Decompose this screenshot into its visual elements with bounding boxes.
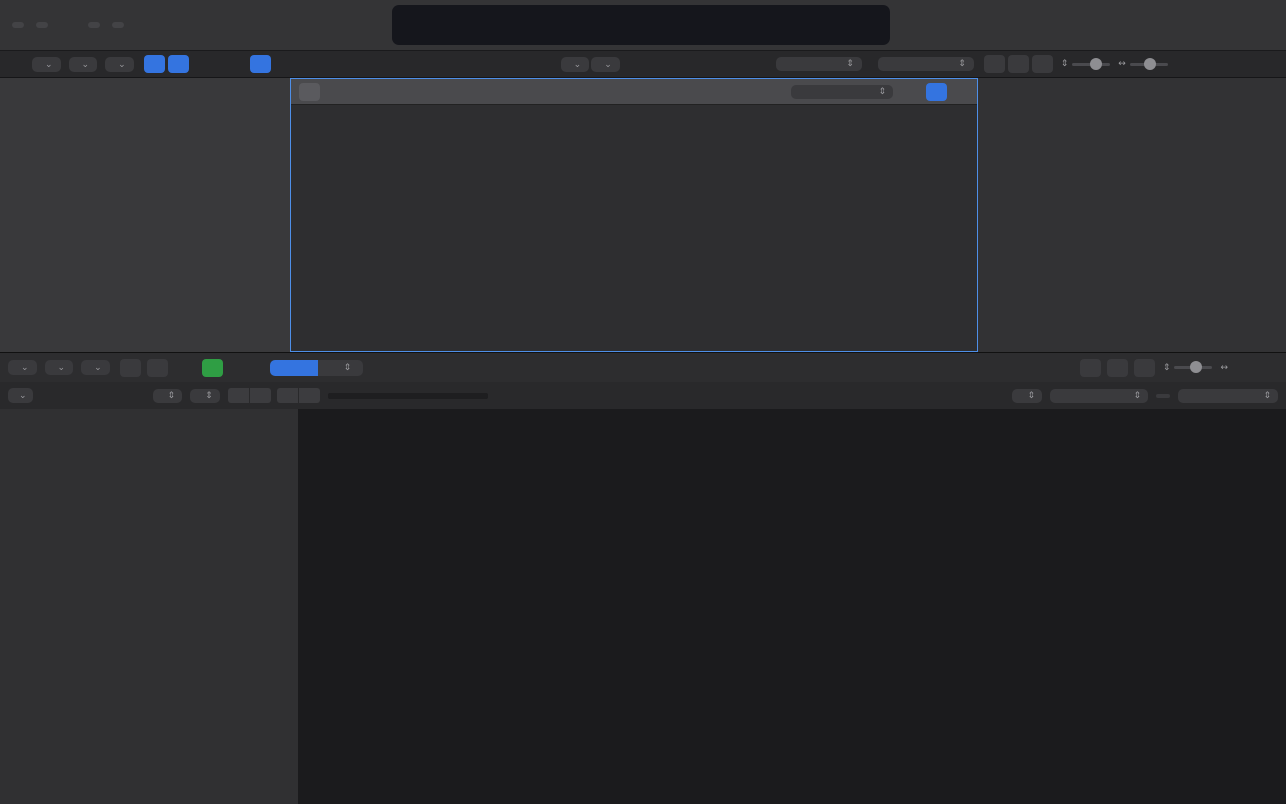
pattern-name-field[interactable] (328, 393, 488, 399)
pane-wide-icon[interactable] (1255, 359, 1276, 377)
vertical-zoom-icon[interactable] (1008, 55, 1029, 73)
tracks-view-button[interactable] (168, 55, 189, 73)
pad-set-b-icon[interactable] (202, 359, 223, 377)
live-loops-grid: ⇕ (290, 78, 978, 352)
live-loops-grid-button[interactable] (144, 55, 165, 73)
root-key-stepper[interactable]: ⇕ (1012, 389, 1042, 403)
split-junction-button[interactable] (250, 55, 271, 73)
divider-icon[interactable] (954, 83, 975, 101)
expand-cells-button[interactable] (926, 83, 947, 101)
lcd-display[interactable] (392, 5, 890, 45)
seq-functions-menu[interactable]: ⌄ (45, 360, 74, 375)
step-sequencer-row-headers (0, 409, 298, 804)
rotate-right-button[interactable] (250, 388, 271, 403)
arrange-area (978, 78, 1286, 352)
edit-menu[interactable]: ⌄ (32, 57, 61, 72)
pattern-cell-icon[interactable] (299, 83, 320, 101)
up-arrow-icon[interactable] (3, 55, 24, 73)
contrast-icon[interactable] (902, 83, 923, 101)
seq-vertical-zoom-icon[interactable] (1134, 359, 1155, 377)
seq-hzoom-icon[interactable]: ↔ (1220, 363, 1228, 373)
drag-dropdown[interactable]: ⇕ (872, 57, 974, 71)
functions-menu[interactable]: ⌄ (69, 57, 98, 72)
quantize-start-dropdown[interactable]: ⇕ (791, 85, 893, 99)
pad-set-a-icon[interactable] (178, 359, 199, 377)
add-row-button[interactable]: ⌄ (8, 388, 33, 403)
step-sequencer-grid (298, 409, 1286, 804)
pattern-length-dropdown[interactable]: ⇕ (1178, 389, 1278, 403)
pane-narrow-icon[interactable] (1231, 359, 1252, 377)
step-sequencer-subtoolbar: ⌄ ⇕ ⇕ ⇕ ⇕ ⇕ (0, 382, 1286, 410)
copy-icon[interactable] (120, 359, 141, 377)
seq-zoom-slider[interactable]: ⇕ (1163, 363, 1213, 373)
logic-pro-window: ⌄ ⌄ ⌄ ⌄ ⌄ ⇕ ⇕ ⇕ ↔ ⇕ (0, 0, 1286, 804)
panel-toggle-group (36, 22, 48, 28)
view-menu[interactable]: ⌄ (105, 57, 134, 72)
edit-mode-switch: ⇕ (270, 360, 364, 376)
step-onoff-button[interactable] (270, 360, 318, 376)
horizontal-zoom-icon[interactable] (1032, 55, 1053, 73)
step-rate-stepper[interactable]: ⇕ (153, 389, 183, 403)
view-toggle-group (12, 22, 24, 28)
automation-icon[interactable] (199, 55, 220, 73)
pointer-tool[interactable]: ⌄ (561, 57, 590, 72)
edit-mode-dropdown[interactable]: ⇕ (318, 360, 364, 376)
info-circle-icon[interactable] (147, 359, 168, 377)
live-loops-header: ⇕ (291, 79, 977, 105)
pattern-rotate-buttons (228, 388, 271, 403)
drumsticks-icon[interactable] (233, 359, 254, 377)
quantize-button[interactable] (1156, 394, 1170, 398)
seq-view-menu[interactable]: ⌄ (81, 360, 110, 375)
decrement-button[interactable] (277, 388, 298, 403)
scale-dropdown[interactable]: ⇕ (1050, 389, 1148, 403)
snap-dropdown[interactable]: ⇕ (770, 57, 862, 71)
horizontal-zoom-slider[interactable]: ↔ (1118, 59, 1168, 69)
control-bar (0, 0, 1286, 51)
seq-edit-menu[interactable]: ⌄ (8, 360, 37, 375)
ibeam-tool[interactable]: ⌄ (591, 57, 620, 72)
row-trigger-column (952, 104, 974, 351)
pattern-transpose-buttons (277, 388, 320, 403)
track-list (0, 78, 290, 352)
playback-direction-stepper[interactable]: ⇕ (190, 389, 220, 403)
vertical-zoom-slider[interactable]: ⇕ (1061, 59, 1111, 69)
countin-metronome-group (112, 22, 124, 28)
tuner-solo-group (88, 22, 100, 28)
preview-speaker-icon[interactable] (1107, 359, 1128, 377)
rotate-left-button[interactable] (228, 388, 249, 403)
step-sequencer-toolbar: ⌄ ⌄ ⌄ ⇕ ⇕ ↔ (0, 352, 1286, 383)
catch-playhead-toggle[interactable] (1080, 359, 1101, 377)
marquee-icon[interactable] (223, 55, 244, 73)
increment-button[interactable] (299, 388, 320, 403)
tracks-toolbar: ⌄ ⌄ ⌄ ⌄ ⌄ ⇕ ⇕ ⇕ ↔ (0, 51, 1286, 78)
waveform-zoom-icon[interactable] (984, 55, 1005, 73)
